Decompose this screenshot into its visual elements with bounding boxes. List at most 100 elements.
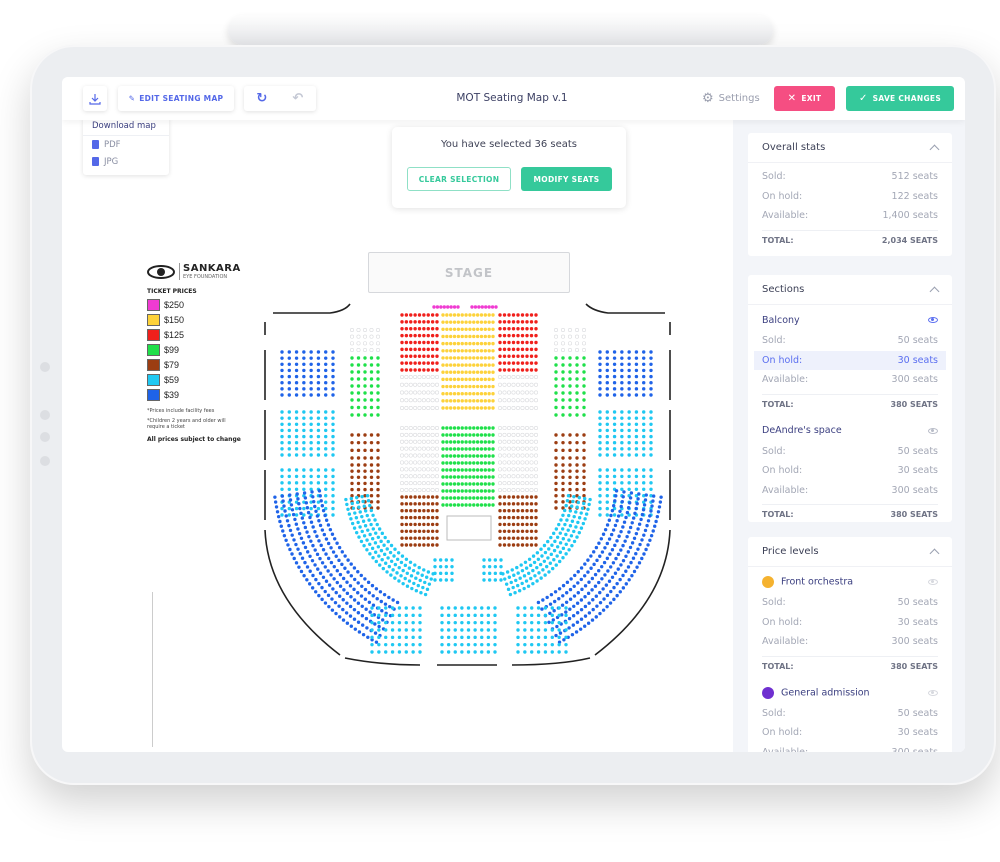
seat[interactable] [356,591,360,595]
seat[interactable] [404,425,409,430]
seat[interactable] [452,363,457,367]
seat[interactable] [400,502,404,506]
seat[interactable] [287,474,291,479]
seat[interactable] [435,509,439,513]
seat[interactable] [390,613,395,618]
seat[interactable] [483,327,488,332]
seat[interactable] [620,441,624,445]
seat[interactable] [456,433,461,437]
seat[interactable] [511,536,516,540]
seat[interactable] [502,502,507,506]
seat[interactable] [280,422,284,426]
seat[interactable] [520,467,525,472]
seat[interactable] [324,381,328,385]
seat[interactable] [487,558,492,562]
seat[interactable] [568,398,572,402]
seat[interactable] [326,569,330,573]
seat[interactable] [558,631,563,635]
seat[interactable] [572,594,577,598]
seat[interactable] [309,374,313,379]
seat[interactable] [642,422,646,426]
seat[interactable] [554,363,558,367]
seat[interactable] [487,489,491,493]
seat[interactable] [456,320,461,324]
seat[interactable] [650,504,654,508]
seat[interactable] [435,361,439,365]
seat[interactable] [418,650,422,654]
seat[interactable] [557,650,561,654]
seat[interactable] [520,481,525,486]
seat[interactable] [405,571,409,576]
seat[interactable] [537,571,541,575]
seat[interactable] [511,425,516,430]
seat[interactable] [409,340,413,345]
seat[interactable] [473,635,477,640]
seat[interactable] [582,481,586,486]
seat[interactable] [491,349,495,353]
seat[interactable] [426,529,430,533]
seat[interactable] [598,494,602,498]
seat[interactable] [620,499,624,504]
seat[interactable] [452,426,457,430]
seat[interactable] [430,522,435,527]
seat[interactable] [568,475,572,479]
seat[interactable] [473,642,477,647]
seat[interactable] [360,514,364,519]
seat[interactable] [475,399,480,403]
seat[interactable] [621,586,626,590]
seat[interactable] [356,398,361,402]
seat[interactable] [534,354,538,358]
seat[interactable] [567,341,572,346]
seat[interactable] [626,506,631,510]
seat[interactable] [445,356,449,360]
seat[interactable] [371,594,375,598]
seat[interactable] [593,584,598,588]
seat[interactable] [460,620,464,625]
seat[interactable] [468,370,472,374]
seat[interactable] [404,446,409,451]
seat[interactable] [390,635,395,640]
seat[interactable] [515,405,520,410]
seat[interactable] [568,370,572,374]
price-level-header[interactable]: Front orchestra [748,571,952,593]
seat[interactable] [324,487,328,491]
seat[interactable] [445,334,449,339]
seat[interactable] [582,413,586,417]
seat[interactable] [507,340,511,345]
seat[interactable] [466,606,471,610]
seat[interactable] [413,563,417,567]
seat[interactable] [337,558,341,563]
seat[interactable] [337,545,342,550]
seat[interactable] [456,370,461,374]
seat[interactable] [409,502,413,506]
seat[interactable] [558,559,562,564]
seat[interactable] [331,410,335,414]
seat[interactable] [395,571,399,575]
seat[interactable] [445,433,449,437]
seat[interactable] [460,384,464,389]
seat[interactable] [350,481,354,486]
seat[interactable] [613,499,617,503]
seat[interactable] [543,650,548,654]
seat[interactable] [506,467,511,472]
seat[interactable] [456,496,461,500]
seat[interactable] [320,528,325,532]
seat[interactable] [507,368,511,372]
seat[interactable] [403,563,408,568]
seat[interactable] [309,447,313,451]
seat[interactable] [634,368,639,373]
seat[interactable] [536,557,541,561]
seat[interactable] [400,354,404,358]
seat[interactable] [444,558,449,562]
seat[interactable] [480,613,484,618]
seat[interactable] [369,508,374,513]
seat[interactable] [545,595,549,600]
seat[interactable] [550,606,554,610]
seat[interactable] [605,513,609,517]
seat[interactable] [567,328,572,333]
seat[interactable] [529,495,534,499]
seat[interactable] [475,313,480,317]
seat[interactable] [430,327,435,331]
seat[interactable] [369,433,374,437]
seat[interactable] [642,368,646,373]
